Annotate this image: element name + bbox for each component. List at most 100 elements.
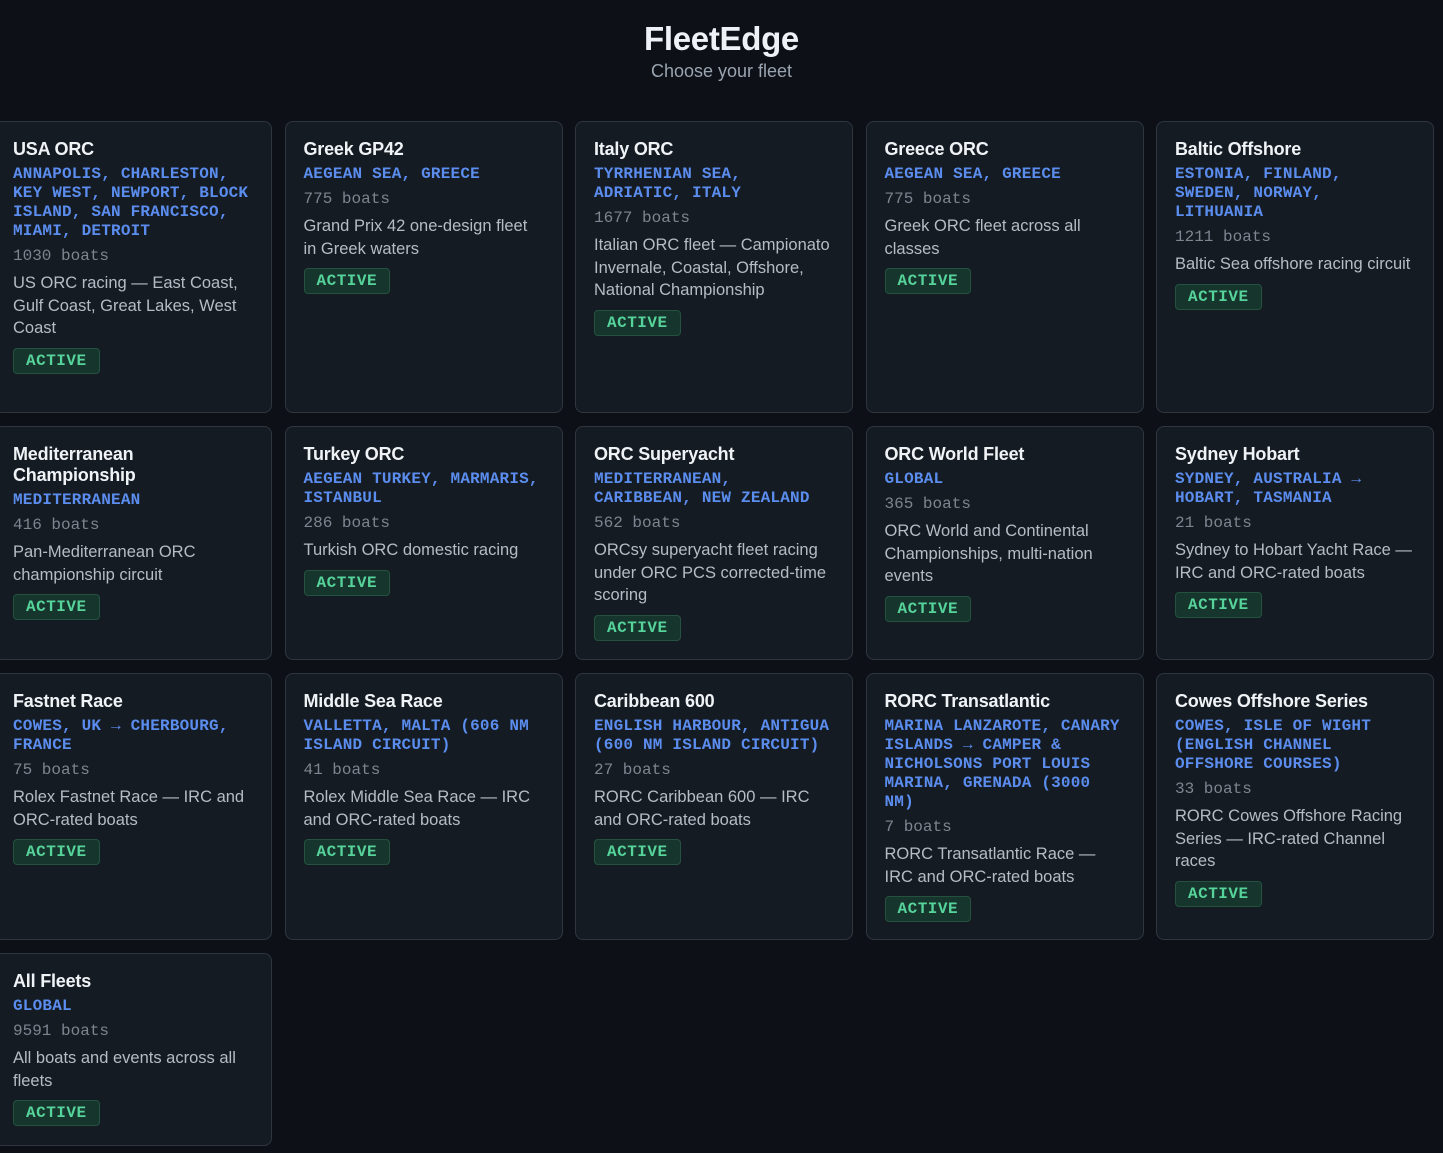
fleet-boat-count: 416 boats: [13, 516, 100, 534]
fleet-location: Marina Lanzarote, Canary Islands → Campe…: [884, 717, 1120, 811]
fleet-description: ORCsy superyacht fleet racing under ORC …: [594, 541, 826, 604]
fleet-card-middle-sea-race[interactable]: Middle Sea Race Valletta, Malta (606 nm …: [284, 673, 563, 940]
fleet-location: Aegean Sea, Greece: [884, 165, 1061, 183]
fleet-grid: USA ORC Annapolis, Charleston, Key West,…: [0, 121, 1434, 1146]
fleet-card-orc-superyacht[interactable]: ORC Superyacht Mediterranean, Caribbean,…: [575, 426, 853, 660]
fleet-description: Baltic Sea offshore racing circuit: [1175, 255, 1411, 273]
fleet-description: Rolex Fastnet Race — IRC and ORC-rated b…: [13, 788, 245, 829]
fleet-location: Global: [13, 997, 72, 1015]
fleet-description: Greek ORC fleet across all classes: [884, 217, 1081, 258]
status-badge: ACTIVE: [303, 839, 391, 865]
page-subtitle: Choose your fleet: [650, 61, 793, 81]
fleet-name: RORC Transatlantic: [884, 691, 1051, 711]
fleet-location: Tyrrhenian Sea, Adriatic, Italy: [594, 165, 742, 202]
status-badge: ACTIVE: [13, 347, 100, 374]
fleet-location: Mediterranean: [13, 491, 141, 509]
fleet-description: Rolex Middle Sea Race — IRC and ORC-rate…: [303, 788, 531, 829]
status-badge: ACTIVE: [13, 1100, 100, 1126]
fleet-description: ORC World and Continental Championships,…: [884, 522, 1093, 585]
fleet-card-italy-orc[interactable]: Italy ORC Tyrrhenian Sea, Adriatic, Ital…: [575, 121, 853, 413]
fleet-boat-count: 775 boats: [303, 190, 390, 208]
fleet-description: Turkish ORC domestic racing: [303, 541, 519, 559]
fleet-name: Greece ORC: [884, 139, 989, 159]
fleet-name: Baltic Offshore: [1175, 139, 1302, 159]
fleet-boat-count: 21 boats: [1175, 514, 1252, 532]
status-badge: ACTIVE: [594, 614, 681, 641]
app-title: FleetEdge: [643, 20, 799, 57]
status-badge: ACTIVE: [884, 896, 972, 922]
fleet-boat-count: 27 boats: [594, 761, 671, 779]
fleet-card-usa-orc[interactable]: USA ORC Annapolis, Charleston, Key West,…: [0, 121, 272, 413]
fleet-name: Cowes Offshore Series: [1175, 691, 1368, 711]
status-badge: ACTIVE: [1175, 592, 1262, 618]
status-badge: ACTIVE: [13, 594, 100, 620]
fleet-description: Pan-Mediterranean ORC championship circu…: [13, 543, 196, 584]
status-badge: ACTIVE: [13, 839, 100, 865]
fleet-location: Estonia, Finland, Sweden, Norway, Lithua…: [1175, 165, 1342, 221]
fleet-name: Middle Sea Race: [303, 691, 443, 711]
fleet-boat-count: 1030 boats: [13, 247, 110, 265]
fleet-description: US ORC racing — East Coast, Gulf Coast, …: [13, 274, 238, 337]
fleet-boat-count: 562 boats: [594, 514, 681, 532]
fleet-boat-count: 7 boats: [884, 818, 952, 836]
status-badge: ACTIVE: [884, 268, 972, 294]
fleet-name: Turkey ORC: [303, 444, 405, 464]
fleet-name: Mediterranean Championship: [13, 444, 136, 485]
fleet-description: RORC Transatlantic Race — IRC and ORC-ra…: [884, 845, 1096, 886]
fleet-card-greek-gp42[interactable]: Greek GP42 Aegean Sea, Greece 775 boats …: [284, 121, 563, 413]
fleet-name: All Fleets: [13, 971, 92, 991]
fleet-location: Aegean Sea, Greece: [303, 165, 480, 183]
fleet-name: Sydney Hobart: [1175, 444, 1300, 464]
fleet-card-sydney-hobart[interactable]: Sydney Hobart Sydney, Australia → Hobart…: [1156, 426, 1434, 660]
fleet-description: RORC Cowes Offshore Racing Series — IRC-…: [1175, 807, 1403, 870]
fleet-card-rorc-transatlantic[interactable]: RORC Transatlantic Marina Lanzarote, Can…: [865, 673, 1144, 940]
fleet-location: Mediterranean, Caribbean, New Zealand: [594, 470, 810, 507]
fleet-location: Valletta, Malta (606 nm island circuit): [303, 717, 529, 754]
fleet-card-greece-orc[interactable]: Greece ORC Aegean Sea, Greece 775 boats …: [865, 121, 1144, 413]
status-badge: ACTIVE: [594, 839, 681, 865]
status-badge: ACTIVE: [594, 309, 681, 336]
fleet-boat-count: 1677 boats: [594, 209, 691, 227]
fleet-card-mediterranean-championship[interactable]: Mediterranean Championship Mediterranean…: [0, 426, 272, 660]
fleet-boat-count: 33 boats: [1175, 780, 1252, 798]
fleet-boat-count: 75 boats: [13, 761, 90, 779]
status-badge: ACTIVE: [1175, 880, 1262, 907]
status-badge: ACTIVE: [303, 569, 391, 596]
fleet-boat-count: 41 boats: [303, 761, 381, 779]
fleet-card-turkey-orc[interactable]: Turkey ORC Aegean Turkey, Marmaris, Ista…: [284, 426, 563, 660]
fleet-name: ORC World Fleet: [884, 444, 1025, 464]
fleet-boat-count: 775 boats: [884, 190, 971, 208]
fleet-card-all-fleets[interactable]: All Fleets Global 9591 boats All boats a…: [0, 953, 272, 1146]
status-badge: ACTIVE: [884, 595, 972, 622]
fleet-location: Sydney, Australia → Hobart, Tasmania: [1175, 470, 1362, 507]
fleet-name: ORC Superyacht: [594, 444, 735, 464]
fleet-name: Caribbean 600: [594, 691, 715, 711]
fleet-location: Annapolis, Charleston, Key West, Newport…: [13, 165, 249, 240]
page-header: FleetEdge Choose your fleet: [0, 0, 1443, 82]
fleet-name: USA ORC: [13, 139, 94, 159]
fleet-name: Italy ORC: [594, 139, 674, 159]
fleet-card-cowes-offshore-series[interactable]: Cowes Offshore Series Cowes, Isle of Wig…: [1156, 673, 1434, 940]
fleet-name: Greek GP42: [303, 139, 404, 159]
fleet-location: Global: [884, 470, 944, 488]
fleet-description: Grand Prix 42 one-design fleet in Greek …: [303, 217, 528, 258]
fleet-location: Cowes, UK → Cherbourg, France: [13, 717, 229, 754]
fleet-boat-count: 286 boats: [303, 514, 390, 532]
fleet-card-baltic-offshore[interactable]: Baltic Offshore Estonia, Finland, Sweden…: [1156, 121, 1434, 413]
status-badge: ACTIVE: [1175, 283, 1262, 310]
fleet-name: Fastnet Race: [13, 691, 123, 711]
fleet-boat-count: 9591 boats: [13, 1022, 110, 1040]
fleet-boat-count: 365 boats: [884, 495, 971, 513]
fleet-location: Aegean Turkey, Marmaris, Istanbul: [303, 470, 539, 507]
fleet-description: All boats and events across all fleets: [13, 1049, 236, 1090]
fleet-card-fastnet-race[interactable]: Fastnet Race Cowes, UK → Cherbourg, Fran…: [0, 673, 272, 940]
status-badge: ACTIVE: [303, 268, 391, 294]
fleet-card-caribbean-600[interactable]: Caribbean 600 English Harbour, Antigua (…: [575, 673, 853, 940]
fleet-location: Cowes, Isle of Wight (English Channel of…: [1175, 717, 1372, 773]
fleet-card-orc-world-fleet[interactable]: ORC World Fleet Global 365 boats ORC Wor…: [865, 426, 1144, 660]
fleet-description: RORC Caribbean 600 — IRC and ORC-rated b…: [594, 788, 810, 829]
fleet-description: Sydney to Hobart Yacht Race — IRC and OR…: [1175, 541, 1412, 582]
fleet-location: English Harbour, Antigua (600 nm island …: [594, 717, 830, 754]
fleet-boat-count: 1211 boats: [1175, 228, 1272, 246]
fleet-description: Italian ORC fleet — Campionato Invernale…: [594, 236, 830, 299]
